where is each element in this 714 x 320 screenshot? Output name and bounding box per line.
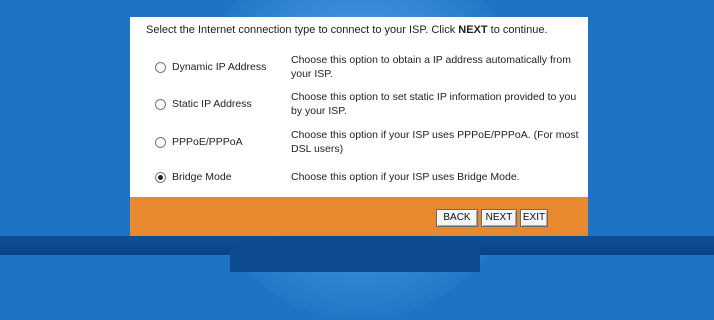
back-button[interactable]: BACK bbox=[436, 209, 478, 227]
next-button[interactable]: NEXT bbox=[481, 209, 517, 227]
option-description: Choose this option if your ISP uses PPPo… bbox=[291, 129, 579, 155]
option-description: Choose this option to set static IP info… bbox=[291, 91, 577, 117]
option-label[interactable]: Static IP Address bbox=[172, 98, 252, 110]
background-arc bbox=[230, 232, 480, 272]
connection-type-panel: Select the Internet connection type to c… bbox=[130, 17, 588, 236]
radio-pppoe[interactable] bbox=[155, 137, 166, 148]
option-description: Choose this option if your ISP uses Brid… bbox=[291, 171, 520, 183]
option-label[interactable]: Bridge Mode bbox=[172, 171, 232, 183]
radio-bridge-mode[interactable] bbox=[155, 172, 166, 183]
intro-text-bold: NEXT bbox=[458, 24, 488, 36]
intro-text-after: to continue. bbox=[487, 24, 548, 36]
button-bar: BACK NEXT EXIT bbox=[130, 197, 588, 236]
option-label[interactable]: Dynamic IP Address bbox=[172, 61, 266, 73]
intro-text: Select the Internet connection type to c… bbox=[146, 24, 548, 36]
exit-button[interactable]: EXIT bbox=[520, 209, 548, 227]
radio-dynamic-ip[interactable] bbox=[155, 62, 166, 73]
radio-static-ip[interactable] bbox=[155, 99, 166, 110]
option-description: Choose this option to obtain a IP addres… bbox=[291, 54, 571, 80]
intro-text-before: Select the Internet connection type to c… bbox=[146, 24, 459, 36]
option-label[interactable]: PPPoE/PPPoA bbox=[172, 136, 243, 148]
